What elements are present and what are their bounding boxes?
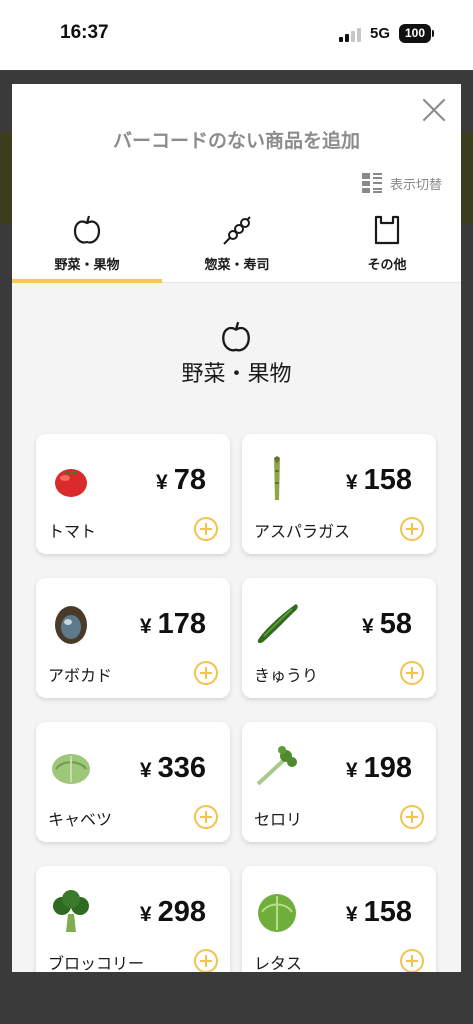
battery-icon: 100: [399, 24, 431, 43]
tab-label: 野菜・果物: [54, 258, 120, 273]
product-card-avocado[interactable]: ¥178 アボカド: [36, 578, 230, 698]
close-button[interactable]: [420, 96, 448, 124]
product-card-celery[interactable]: ¥198 セロリ: [242, 722, 436, 842]
add-circle-icon[interactable]: [400, 805, 424, 829]
tab-label: 惣菜・寿司: [204, 258, 270, 273]
status-time: 16:37: [60, 22, 109, 43]
signal-icon: [339, 28, 363, 42]
avocado-icon: [55, 606, 87, 644]
product-name: きゅうり: [254, 666, 319, 685]
add-circle-icon[interactable]: [400, 517, 424, 541]
battery-tip: [432, 30, 434, 37]
product-name: セロリ: [254, 810, 303, 829]
price: ¥158: [345, 896, 412, 928]
price: ¥58: [362, 608, 412, 640]
price: ¥298: [139, 896, 206, 928]
product-name: アボカド: [48, 666, 113, 685]
product-name: ブロッコリー: [48, 954, 145, 972]
asparagus-icon: [274, 456, 280, 500]
modal-header: バーコードのない商品を追加 表示切替 野菜・果物 惣菜・寿司 その他: [12, 84, 461, 283]
network-label: 5G: [370, 25, 391, 42]
cabbage-icon: [52, 754, 90, 784]
tab-other[interactable]: その他: [312, 210, 461, 280]
price: ¥158: [345, 464, 412, 496]
add-item-modal: バーコードのない商品を追加 表示切替 野菜・果物 惣菜・寿司 その他 野菜・果物…: [12, 84, 461, 972]
product-card-cucumber[interactable]: ¥58 きゅうり: [242, 578, 436, 698]
apple-icon: [222, 321, 250, 352]
tab-deli-sushi[interactable]: 惣菜・寿司: [162, 210, 312, 280]
apple-icon: [73, 215, 101, 244]
category-title: 野菜・果物: [181, 362, 292, 387]
add-circle-icon[interactable]: [400, 661, 424, 685]
add-circle-icon[interactable]: [400, 949, 424, 972]
tab-vegetables-fruits[interactable]: 野菜・果物: [12, 210, 162, 280]
lettuce-icon: [258, 894, 296, 932]
product-card-lettuce[interactable]: ¥158 レタス: [242, 866, 436, 972]
grid-view-icon: [362, 173, 382, 193]
view-toggle-label: 表示切替: [390, 177, 443, 193]
product-name: キャベツ: [48, 810, 113, 829]
bag-icon: [374, 215, 400, 245]
product-name: レタス: [254, 954, 303, 972]
price: ¥336: [139, 752, 206, 784]
product-card-asparagus[interactable]: ¥158 アスパラガス: [242, 434, 436, 554]
modal-title: バーコードのない商品を追加: [112, 130, 360, 152]
add-circle-icon[interactable]: [194, 661, 218, 685]
product-card-tomato[interactable]: ¥78 トマト: [36, 434, 230, 554]
add-circle-icon[interactable]: [194, 517, 218, 541]
product-card-cabbage[interactable]: ¥336 キャベツ: [36, 722, 230, 842]
product-name: トマト: [48, 522, 97, 541]
tomato-icon: [55, 469, 87, 497]
skewer-icon: [223, 216, 251, 245]
active-tab-indicator: [12, 279, 162, 283]
product-name: アスパラガス: [254, 522, 351, 541]
view-toggle-button[interactable]: 表示切替: [362, 172, 442, 194]
price: ¥78: [156, 464, 206, 496]
product-card-broccoli[interactable]: ¥298 ブロッコリー: [36, 866, 230, 972]
add-circle-icon[interactable]: [194, 805, 218, 829]
cucumber-icon: [257, 604, 298, 644]
price: ¥178: [139, 608, 206, 640]
price: ¥198: [345, 752, 412, 784]
status-bar: 16:37 5G 100: [0, 0, 473, 70]
add-circle-icon[interactable]: [194, 949, 218, 972]
tab-label: その他: [367, 258, 407, 273]
broccoli-icon: [53, 890, 89, 932]
celery-icon: [256, 746, 297, 786]
category-tabs: 野菜・果物 惣菜・寿司 その他: [12, 210, 461, 280]
